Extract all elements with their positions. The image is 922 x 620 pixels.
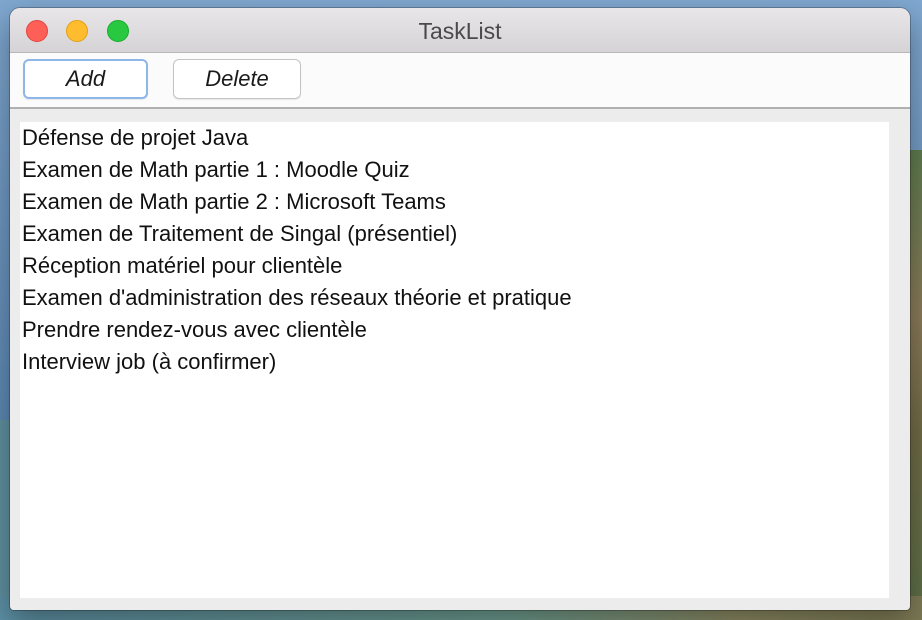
- task-list-item[interactable]: Examen de Math partie 1 : Moodle Quiz: [22, 155, 889, 187]
- task-list[interactable]: Défense de projet Java Examen de Math pa…: [20, 122, 889, 598]
- window-title: TaskList: [418, 18, 502, 44]
- task-list-item[interactable]: Défense de projet Java: [22, 123, 889, 155]
- task-list-item[interactable]: Prendre rendez-vous avec clientèle: [22, 315, 889, 347]
- content-area: Défense de projet Java Examen de Math pa…: [10, 110, 910, 610]
- title-bar[interactable]: TaskList: [10, 8, 910, 53]
- tasklist-window: TaskList Add Delete Défense de projet Ja…: [10, 8, 910, 610]
- desktop-background: TaskList Add Delete Défense de projet Ja…: [0, 0, 922, 620]
- task-list-item[interactable]: Examen d'administration des réseaux théo…: [22, 283, 889, 315]
- toolbar: Add Delete: [10, 53, 910, 109]
- task-list-item[interactable]: Examen de Math partie 2 : Microsoft Team…: [22, 187, 889, 219]
- add-button[interactable]: Add: [23, 59, 148, 99]
- task-list-item[interactable]: Réception matériel pour clientèle: [22, 251, 889, 283]
- task-list-item[interactable]: Examen de Traitement de Singal (présenti…: [22, 219, 889, 251]
- task-list-item[interactable]: Interview job (à confirmer): [22, 347, 889, 379]
- delete-button[interactable]: Delete: [173, 59, 301, 99]
